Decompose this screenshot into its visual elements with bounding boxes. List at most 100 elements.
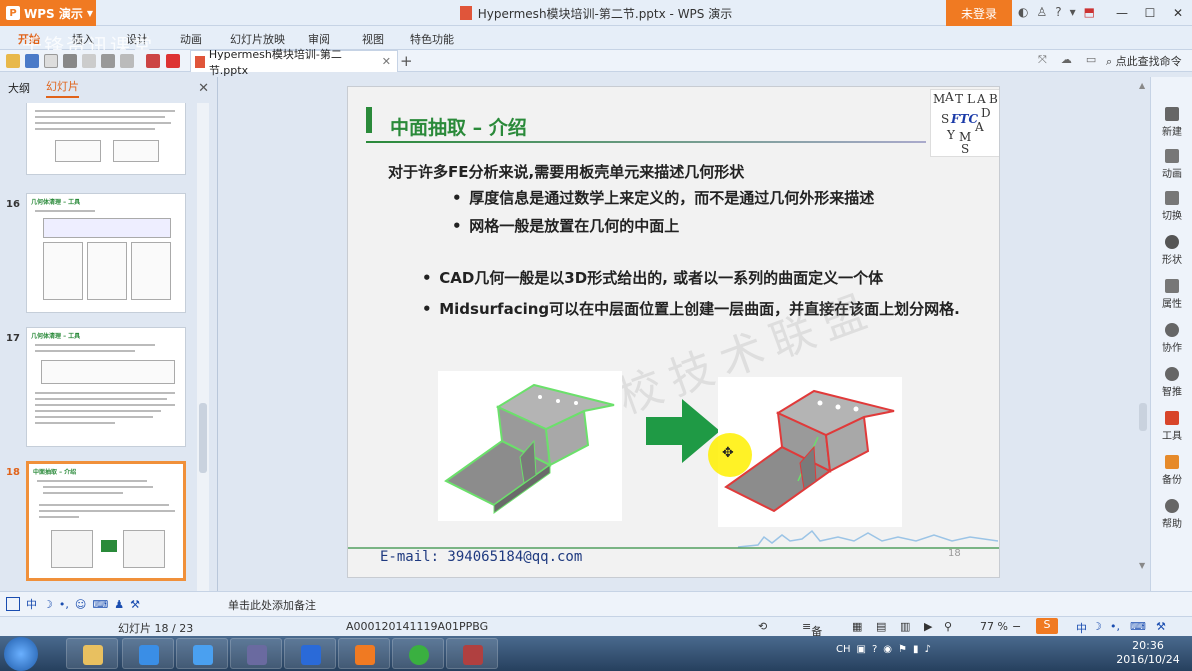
tray-language[interactable]: CH (836, 644, 851, 655)
notes-pane[interactable]: 单击此处添加备注 (218, 591, 1192, 616)
shape-button[interactable]: 形状 (1151, 235, 1192, 266)
help-icon[interactable]: ? (1055, 5, 1061, 19)
current-slide[interactable]: 中面抽取 – 介绍 M A T L A B D A S Y M S FTC 对于… (347, 86, 1000, 578)
login-button[interactable]: 未登录 (946, 0, 1012, 26)
export-icon[interactable] (44, 54, 58, 68)
backup-icon (1165, 455, 1179, 469)
start-button[interactable] (4, 637, 38, 671)
ime-language[interactable]: 中 (26, 596, 37, 612)
close-icon[interactable]: ✕ (198, 81, 209, 96)
reading-view-icon[interactable]: ▥ (900, 620, 910, 633)
restore-icon[interactable]: ⟲ (758, 620, 767, 633)
punctuation-icon[interactable]: •, (1110, 620, 1120, 633)
sorter-view-icon[interactable]: ▤ (876, 620, 886, 633)
command-search[interactable]: ⌕ 点此查找命令 (1106, 53, 1182, 69)
emoji-icon[interactable]: ☺ (75, 598, 86, 611)
keyboard-icon[interactable]: ⌨ (92, 598, 108, 611)
wrench-icon[interactable]: ⚒ (130, 598, 140, 611)
normal-view-icon[interactable]: ▦ (852, 620, 862, 633)
taskbar-explorer[interactable] (66, 638, 118, 669)
taskbar-app-blue[interactable] (122, 638, 174, 669)
help-icon (1165, 499, 1179, 513)
system-clock[interactable]: 20:36 2016/10/24 (1112, 639, 1184, 667)
taskbar-app-mesh[interactable] (446, 638, 498, 669)
tab-animation[interactable]: 动画 (180, 31, 202, 47)
zoom-out-icon[interactable]: − (1012, 620, 1021, 633)
bulb-icon[interactable]: ⚲ (944, 620, 952, 633)
tray-flag-icon[interactable]: ⚑ (898, 644, 907, 655)
slide-thumbnail-15[interactable] (26, 103, 186, 175)
slide-thumbnail-18[interactable]: 中面抽取 – 介绍 (26, 461, 186, 581)
tray-volume-icon[interactable]: ♪ (925, 644, 931, 655)
punctuation-icon[interactable]: •, (59, 598, 69, 611)
slide-thumbnail-17[interactable]: 几何体清理 – 工具 (26, 327, 186, 447)
tools-button[interactable]: 工具 (1151, 411, 1192, 442)
ime-language-tray[interactable]: 中 (1076, 620, 1087, 636)
backup-button[interactable]: 备份 (1151, 455, 1192, 486)
maximize-button[interactable]: ☐ (1136, 0, 1164, 26)
thumbnail-scrollbar[interactable] (197, 103, 209, 591)
shirt-icon[interactable]: ♙ (1036, 5, 1047, 19)
tab-home[interactable]: 开始 (18, 31, 40, 47)
cloud-icon[interactable]: ☁ (1061, 53, 1072, 67)
save-icon[interactable] (25, 54, 39, 68)
tab-insert[interactable]: 插入 (72, 31, 94, 47)
feedback-icon[interactable]: ⬒ (1084, 5, 1095, 19)
s-logo-icon[interactable]: S (1036, 618, 1058, 634)
tray-app-icon[interactable]: ◉ (883, 644, 892, 655)
collaborate-button[interactable]: 协作 (1151, 323, 1192, 354)
moon-icon[interactable]: ☽ (43, 598, 53, 611)
app-menu-button[interactable]: P WPS 演示 ▼ (0, 0, 96, 26)
window-icon[interactable]: ▭ (1086, 53, 1096, 67)
slide-thumbnail-16[interactable]: 几何体清理 – 工具 (26, 193, 186, 313)
close-icon[interactable]: ✕ (382, 55, 391, 68)
slide-number: 17 (6, 333, 20, 344)
minimize-button[interactable]: — (1108, 0, 1136, 26)
properties-icon (1165, 279, 1179, 293)
close-button[interactable]: ✕ (1164, 0, 1192, 26)
preview-icon[interactable] (82, 54, 96, 68)
user-icon[interactable]: ♟ (114, 598, 124, 611)
slideshow-icon[interactable]: ▶ (924, 620, 932, 633)
redo-icon[interactable] (120, 54, 134, 68)
tray-network-icon[interactable]: ▮ (913, 644, 919, 655)
editor-scrollbar[interactable]: ▲ ▼ (1137, 81, 1149, 581)
notes-toggle[interactable]: ≡ 备注 (802, 620, 822, 654)
keyboard-icon[interactable]: ⌨ (1130, 620, 1146, 633)
wps-w-icon[interactable] (166, 54, 180, 68)
tab-special[interactable]: 特色功能 (410, 31, 454, 47)
tray-help-icon[interactable]: ? (872, 644, 877, 655)
tray-ime-icon[interactable]: ▣ (857, 644, 866, 655)
tab-outline[interactable]: 大纲 (8, 80, 30, 96)
skin-icon[interactable]: ◐ (1018, 5, 1028, 19)
format-painter-icon[interactable] (146, 54, 160, 68)
properties-button[interactable]: 属性 (1151, 279, 1192, 310)
slide-footer-email: E-mail: 394065184@qq.com (380, 549, 583, 565)
open-folder-icon[interactable] (6, 54, 20, 68)
animation-button[interactable]: 动画 (1151, 149, 1192, 180)
taskbar-wps-writer[interactable] (284, 638, 336, 669)
new-slide-button[interactable]: 新建 (1151, 107, 1192, 138)
transition-button[interactable]: 切换 (1151, 191, 1192, 222)
taskbar-wps-presentation[interactable] (338, 638, 390, 669)
smart-push-button[interactable]: 智推 (1151, 367, 1192, 398)
task-sidebar: 新建 动画 切换 形状 属性 协作 智推 工具 备份 帮助 (1150, 77, 1192, 591)
tab-slides[interactable]: 幻灯片 (46, 78, 79, 98)
undo-icon[interactable] (101, 54, 115, 68)
help-button[interactable]: 帮助 (1151, 499, 1192, 530)
wrench-icon[interactable]: ⚒ (1156, 620, 1166, 633)
taskbar-app-bird[interactable] (176, 638, 228, 669)
zoom-level[interactable]: 77 % (980, 620, 1008, 633)
tab-design[interactable]: 设计 (126, 31, 148, 47)
taskbar-app-grid[interactable] (230, 638, 282, 669)
moon-icon[interactable]: ☽ (1092, 620, 1102, 633)
menu-icon[interactable]: ▾ (1070, 5, 1076, 19)
pin-icon[interactable]: ⤧ (1038, 53, 1047, 67)
print-icon[interactable] (63, 54, 77, 68)
taskbar-app-green[interactable] (392, 638, 444, 669)
document-tab[interactable]: Hypermesh模块培训-第二节.pptx ✕ (190, 48, 398, 77)
app-name: WPS 演示 (24, 6, 83, 21)
ime-logo-icon[interactable] (6, 597, 20, 611)
add-tab-icon[interactable]: + (400, 52, 413, 70)
slide-position: 幻灯片 18 / 23 (118, 622, 194, 635)
